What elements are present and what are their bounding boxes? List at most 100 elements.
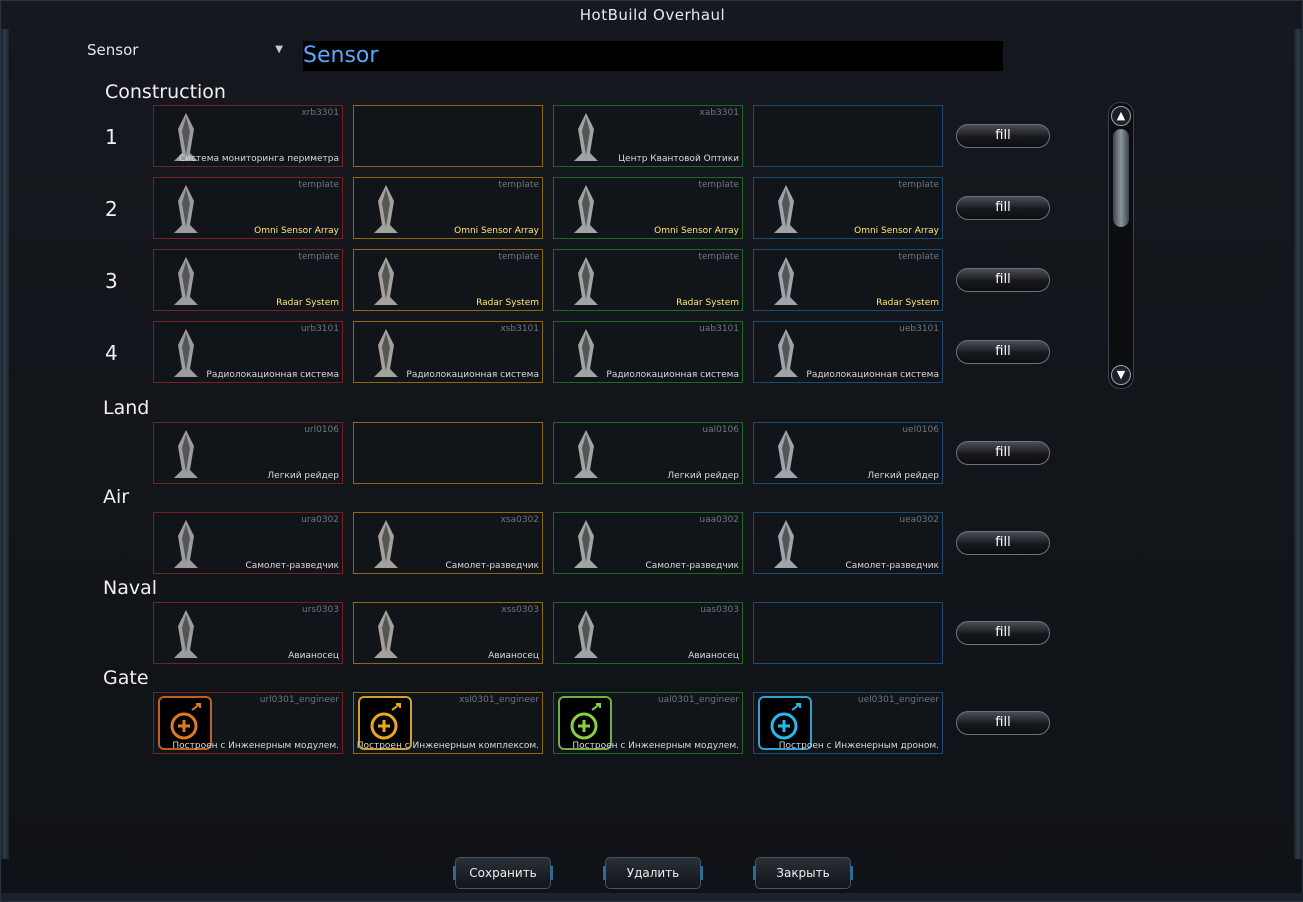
unit-label: Система мониторинга периметра: [178, 154, 339, 164]
unit-icon: [574, 257, 598, 305]
unit-label: Omni Sensor Array: [854, 226, 939, 236]
unit-code: urs0303: [302, 605, 339, 615]
hotkey-slot[interactable]: url0301_engineer Построен с Инженерным мо…: [153, 692, 343, 754]
hotkey-slot[interactable]: url0106 Легкий рейдер: [153, 422, 343, 484]
hotkey-slot[interactable]: template Omni Sensor Array: [753, 177, 943, 239]
unit-label: Самолет-разведчик: [845, 561, 939, 571]
fill-button[interactable]: fill: [956, 531, 1050, 555]
unit-icon: [574, 520, 598, 568]
hotkey-slot[interactable]: xsa0302 Самолет-разведчик: [353, 512, 543, 574]
unit-icon: [174, 520, 198, 568]
unit-code: ueb3101: [899, 324, 939, 334]
hotkey-slot[interactable]: ueb3101 Радиолокационная система: [753, 321, 943, 383]
hotkey-slot[interactable]: uaa0302 Самолет-разведчик: [553, 512, 743, 574]
unit-code: url0106: [304, 425, 339, 435]
hotkey-slot[interactable]: uel0106 Легкий рейдер: [753, 422, 943, 484]
unit-label: Построен с Инженерным комплексом.: [356, 741, 539, 751]
unit-icon: [574, 430, 598, 478]
fill-button[interactable]: fill: [956, 196, 1050, 220]
unit-label: Авианосец: [488, 651, 539, 661]
hotkey-slot[interactable]: urb3101 Радиолокационная система: [153, 321, 343, 383]
unit-label: Radar System: [276, 298, 339, 308]
section-title-construction: Construction: [105, 81, 226, 103]
name-field[interactable]: Sensor: [303, 41, 1003, 71]
hotkey-slot[interactable]: xsb3101 Радиолокационная система: [353, 321, 543, 383]
frame-bottom: [1, 893, 1303, 901]
unit-code: uab3101: [699, 324, 739, 334]
unit-code: xsl0301_engineer: [459, 695, 539, 705]
hotkey-slot[interactable]: uab3101 Радиолокационная система: [553, 321, 743, 383]
unit-code: xsb3101: [500, 324, 539, 334]
hotkey-slot[interactable]: urs0303 Авианосец: [153, 602, 343, 664]
hotkey-slot[interactable]: xsl0301_engineer Построен с Инженерным ко…: [353, 692, 543, 754]
unit-code: template: [298, 180, 339, 190]
scrollbar[interactable]: ▲ ▼: [1108, 102, 1134, 389]
unit-label: Легкий рейдер: [267, 471, 339, 481]
unit-code: template: [898, 180, 939, 190]
hotkey-slot[interactable]: template Omni Sensor Array: [153, 177, 343, 239]
fill-button[interactable]: fill: [956, 340, 1050, 364]
hotkey-slot[interactable]: [353, 105, 543, 167]
unit-code: template: [898, 252, 939, 262]
hotkey-slot[interactable]: [353, 422, 543, 484]
hotkey-slot[interactable]: uea0302 Самолет-разведчик: [753, 512, 943, 574]
unit-icon: [374, 185, 398, 233]
save-button[interactable]: Сохранить: [453, 857, 553, 889]
hotkey-slot[interactable]: template Radar System: [153, 249, 343, 311]
unit-icon: [574, 610, 598, 658]
unit-icon: [174, 257, 198, 305]
hotkey-slot[interactable]: uas0303 Авианосец: [553, 602, 743, 664]
hotkey-slot[interactable]: ual0106 Легкий рейдер: [553, 422, 743, 484]
unit-label: Построен с Инженерным модулем.: [572, 741, 739, 751]
unit-label: Самолет-разведчик: [645, 561, 739, 571]
unit-icon: [774, 520, 798, 568]
unit-label: Построен с Инженерным модулем.: [172, 741, 339, 751]
scroll-down-icon[interactable]: ▼: [1111, 365, 1131, 385]
unit-code: template: [498, 252, 539, 262]
hotkey-slot[interactable]: xrb3301 Система мониторинга периметра: [153, 105, 343, 167]
close-button[interactable]: Закрыть: [753, 857, 853, 889]
unit-code: template: [298, 252, 339, 262]
unit-code: uel0301_engineer: [857, 695, 939, 705]
unit-code: urb3101: [300, 324, 339, 334]
hotkey-slot[interactable]: uel0301_engineer Построен с Инженерным др…: [753, 692, 943, 754]
unit-code: template: [698, 180, 739, 190]
section-title-air: Air: [103, 486, 130, 508]
unit-code: xsa0302: [500, 515, 539, 525]
section-title-naval: Naval: [103, 577, 158, 599]
fill-button[interactable]: fill: [956, 711, 1050, 735]
hotkey-slot[interactable]: ura0302 Самолет-разведчик: [153, 512, 343, 574]
fill-button[interactable]: fill: [956, 621, 1050, 645]
hotkey-slot[interactable]: template Radar System: [353, 249, 543, 311]
hotkey-slot[interactable]: template Omni Sensor Array: [553, 177, 743, 239]
unit-icon: [174, 610, 198, 658]
scroll-up-icon[interactable]: ▲: [1111, 106, 1131, 126]
scrollbar-thumb[interactable]: [1113, 129, 1129, 227]
hotkey-slot[interactable]: xab3301 Центр Квантовой Оптики: [553, 105, 743, 167]
fill-button[interactable]: fill: [956, 441, 1050, 465]
unit-label: Легкий рейдер: [667, 471, 739, 481]
unit-label: Radar System: [676, 298, 739, 308]
hotkey-slot[interactable]: [753, 105, 943, 167]
hotkey-slot[interactable]: template Radar System: [553, 249, 743, 311]
unit-label: Радиолокационная система: [206, 370, 339, 380]
category-dropdown[interactable]: Sensor ▼: [87, 39, 287, 61]
unit-icon: [174, 430, 198, 478]
unit-code: url0301_engineer: [259, 695, 339, 705]
hotkey-slot[interactable]: [753, 602, 943, 664]
delete-button[interactable]: Удалить: [603, 857, 703, 889]
unit-label: Радиолокационная система: [606, 370, 739, 380]
unit-label: Самолет-разведчик: [445, 561, 539, 571]
unit-icon: [574, 113, 598, 161]
unit-label: Радиолокационная система: [406, 370, 539, 380]
unit-label: Radar System: [876, 298, 939, 308]
hotkey-slot[interactable]: ual0301_engineer Построен с Инженерным мо…: [553, 692, 743, 754]
hotbuild-window: HotBuild Overhaul Sensor ▼ Sensor Constr…: [0, 0, 1303, 902]
fill-button[interactable]: fill: [956, 268, 1050, 292]
hotkey-slot[interactable]: template Omni Sensor Array: [353, 177, 543, 239]
unit-icon: [174, 185, 198, 233]
unit-code: xss0303: [501, 605, 539, 615]
hotkey-slot[interactable]: xss0303 Авианосец: [353, 602, 543, 664]
fill-button[interactable]: fill: [956, 124, 1050, 148]
hotkey-slot[interactable]: template Radar System: [753, 249, 943, 311]
